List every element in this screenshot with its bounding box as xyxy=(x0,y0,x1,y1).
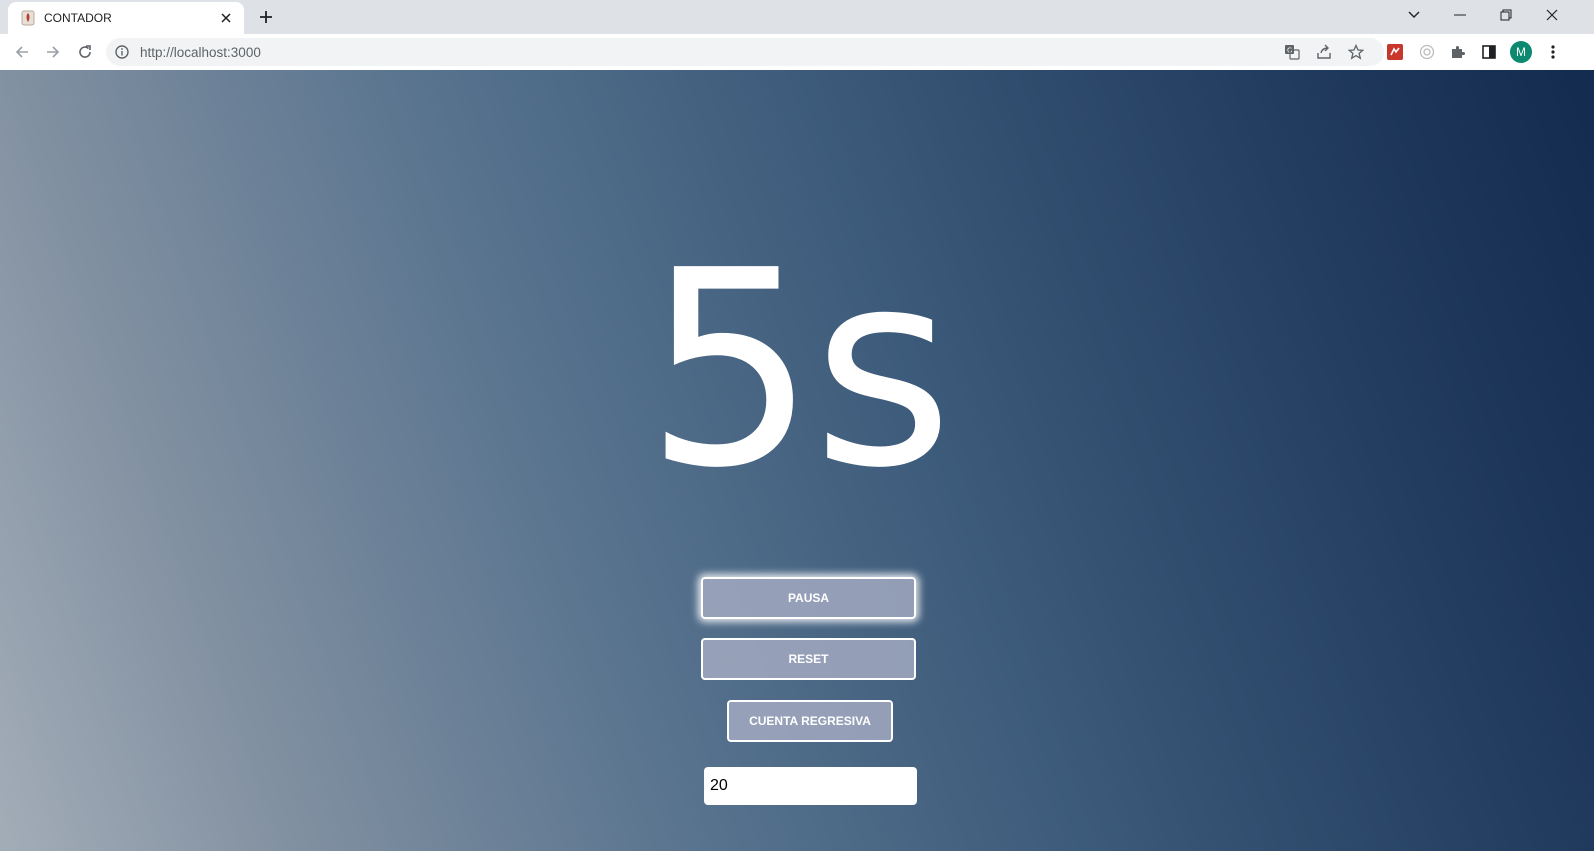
close-window-icon[interactable] xyxy=(1530,0,1574,30)
profile-avatar[interactable]: M xyxy=(1510,41,1532,63)
counter-display: 5s xyxy=(644,212,953,527)
browser-tab[interactable]: CONTADOR xyxy=(8,2,244,34)
side-panel-icon[interactable] xyxy=(1478,41,1500,63)
reload-icon[interactable] xyxy=(73,40,97,64)
page-viewport: 5s PAUSA RESET CUENTA REGRESIVA xyxy=(0,70,1594,851)
new-tab-icon[interactable] xyxy=(254,5,278,29)
extension-circle-icon[interactable] xyxy=(1416,41,1438,63)
tab-close-icon[interactable] xyxy=(216,8,236,28)
minimize-icon[interactable] xyxy=(1438,0,1482,30)
tab-title: CONTADOR xyxy=(44,11,112,25)
browser-toolbar: http://localhost:3000 G M xyxy=(0,34,1594,70)
share-icon[interactable] xyxy=(1314,42,1334,62)
extensions-puzzle-icon[interactable] xyxy=(1447,41,1469,63)
restore-icon[interactable] xyxy=(1484,0,1528,30)
reset-button[interactable]: RESET xyxy=(701,638,916,680)
extension-red-icon[interactable] xyxy=(1384,41,1406,63)
forward-icon[interactable] xyxy=(41,40,65,64)
bookmark-star-icon[interactable] xyxy=(1346,42,1366,62)
translate-icon[interactable]: G xyxy=(1282,42,1302,62)
countdown-button[interactable]: CUENTA REGRESIVA xyxy=(727,700,893,742)
url-text: http://localhost:3000 xyxy=(140,45,261,60)
site-info-icon[interactable] xyxy=(114,44,130,60)
tab-strip: CONTADOR xyxy=(0,0,1594,34)
address-bar[interactable]: http://localhost:3000 G xyxy=(106,38,1384,66)
back-icon[interactable] xyxy=(10,40,34,64)
seconds-input[interactable] xyxy=(704,767,917,805)
favicon-icon xyxy=(20,10,36,26)
tab-search-icon[interactable] xyxy=(1392,0,1436,30)
pause-button[interactable]: PAUSA xyxy=(701,577,916,619)
menu-kebab-icon[interactable] xyxy=(1542,41,1564,63)
